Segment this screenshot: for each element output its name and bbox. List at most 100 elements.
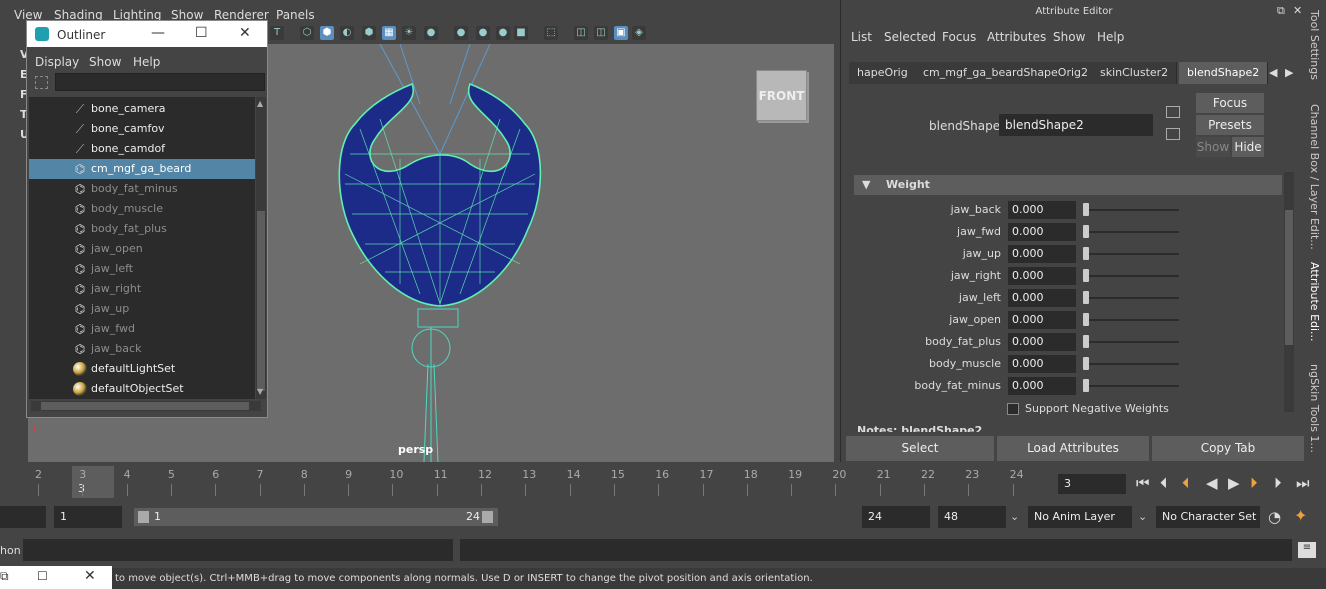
support-negative-checkbox[interactable] <box>1007 403 1019 415</box>
tab-blend-shape2[interactable]: blendShape2 <box>1179 62 1269 84</box>
ae-menu-show[interactable]: Show <box>1053 30 1085 44</box>
weight-slider-handle[interactable] <box>1083 225 1089 238</box>
isolate-select-icon[interactable]: ⬚ <box>544 26 558 40</box>
play-backward-icon[interactable]: ◀ <box>1206 474 1218 492</box>
weight-slider[interactable] <box>1083 319 1179 321</box>
show-button[interactable]: Show <box>1196 137 1230 157</box>
step-back-frame-icon[interactable]: ⏴ <box>1160 474 1168 492</box>
weight-slider-handle[interactable] <box>1083 247 1089 260</box>
current-frame-field[interactable]: 3 <box>1058 474 1126 494</box>
weight-value-field[interactable]: 0.000 <box>1008 267 1076 285</box>
outliner-scroll-thumb[interactable] <box>257 211 265 391</box>
outliner-item[interactable]: ⌬ jaw_open <box>29 239 255 259</box>
range-end-handle[interactable] <box>482 511 493 523</box>
weight-slider[interactable] <box>1083 231 1179 233</box>
tab-beard-shape-orig2[interactable]: cm_mgf_ga_beardShapeOrig2 <box>915 62 1098 84</box>
minimized-window[interactable]: ⧉ ☐ ✕ <box>0 566 112 589</box>
textured-icon[interactable]: ▦ <box>382 26 396 40</box>
weight-section-header[interactable]: ▼ Weight <box>854 175 1282 195</box>
film-gate-icon[interactable]: ▣ <box>614 26 628 40</box>
auto-key-icon[interactable]: ◔ <box>1268 508 1281 526</box>
wireframe-icon[interactable]: ⬡ <box>300 26 314 40</box>
weight-slider[interactable] <box>1083 275 1179 277</box>
ae-scroll-thumb[interactable] <box>1285 210 1293 345</box>
load-attributes-button[interactable]: Load Attributes <box>997 436 1149 461</box>
outliner-item[interactable]: ⌬ jaw_right <box>29 279 255 299</box>
select-button[interactable]: Select <box>846 436 994 461</box>
ae-menu-help[interactable]: Help <box>1097 30 1124 44</box>
ambient-occlusion-icon[interactable]: ● <box>454 26 468 40</box>
tab-next-icon[interactable]: ▶ <box>1285 66 1293 79</box>
outliner-item[interactable]: ⟋ bone_camera <box>29 99 255 119</box>
playback-end-field[interactable]: 24 <box>862 506 930 528</box>
tab-skin-cluster2[interactable]: skinCluster2 <box>1092 62 1178 84</box>
outliner-menu-display[interactable]: Display <box>35 55 79 69</box>
command-input[interactable] <box>23 539 453 561</box>
tab-channel-box[interactable]: Channel Box / Layer Edit... <box>1308 104 1321 250</box>
xray-joints-icon[interactable]: ◫ <box>574 26 588 40</box>
tab-shape-orig[interactable]: hapeOrig <box>849 62 917 84</box>
anim-layer-dropdown-icon[interactable]: ⌄ <box>1010 510 1019 523</box>
step-forward-key-icon[interactable]: ⏵ <box>1250 474 1258 492</box>
outliner-item[interactable]: defaultObjectSet <box>29 379 255 399</box>
outliner-item[interactable]: ⌬ jaw_fwd <box>29 319 255 339</box>
outliner-item[interactable]: ⌬ jaw_up <box>29 299 255 319</box>
outliner-item[interactable]: ⟋ bone_camdof <box>29 139 255 159</box>
weight-slider-handle[interactable] <box>1083 357 1089 370</box>
presets-button[interactable]: Presets <box>1196 115 1264 135</box>
default-material-icon[interactable]: ◐ <box>340 26 354 40</box>
weight-slider[interactable] <box>1083 363 1179 365</box>
weight-value-field[interactable]: 0.000 <box>1008 223 1076 241</box>
output-connections-icon[interactable] <box>1166 128 1180 140</box>
hide-button[interactable]: Hide <box>1232 137 1264 157</box>
frame-icon[interactable]: T <box>270 26 284 40</box>
outliner-hscroll-thumb[interactable] <box>41 402 249 410</box>
shadows-icon[interactable]: ● <box>424 26 438 40</box>
weight-slider[interactable] <box>1083 385 1179 387</box>
weight-slider-handle[interactable] <box>1083 335 1089 348</box>
motion-blur-icon[interactable]: ● <box>476 26 490 40</box>
outliner-item[interactable]: ⌬ body_muscle <box>29 199 255 219</box>
script-editor-icon[interactable]: ≡ <box>1298 542 1316 558</box>
tab-prev-icon[interactable]: ◀ <box>1269 66 1277 79</box>
ae-menu-focus[interactable]: Focus <box>942 30 976 44</box>
xray-icon[interactable]: ⬢ <box>362 26 376 40</box>
weight-value-field[interactable]: 0.000 <box>1008 333 1076 351</box>
tab-ngskin-tools[interactable]: ngSkin Tools 1... <box>1308 364 1321 453</box>
weight-value-field[interactable]: 0.000 <box>1008 377 1076 395</box>
anim-end-field[interactable]: 48 <box>938 506 1006 528</box>
play-forward-icon[interactable]: ▶ <box>1228 474 1240 492</box>
scroll-up-icon[interactable]: ▲ <box>257 99 263 108</box>
weight-value-field[interactable]: 0.000 <box>1008 245 1076 263</box>
outliner-item[interactable]: ⌬ jaw_back <box>29 339 255 359</box>
weight-slider[interactable] <box>1083 297 1179 299</box>
close-icon[interactable]: ✕ <box>239 25 251 41</box>
focus-button[interactable]: Focus <box>1196 93 1264 113</box>
outliner-list[interactable]: ⟋ bone_camera ⟋ bone_camfov ⟋ bone_camdof ⌬ cm_… <box>29 97 255 399</box>
char-set-dropdown-icon[interactable]: ⌄ <box>1138 510 1147 523</box>
weight-slider-handle[interactable] <box>1083 203 1089 216</box>
outliner-item[interactable]: ⌬ body_fat_plus <box>29 219 255 239</box>
anim-prefs-icon[interactable]: ✦ <box>1294 506 1307 525</box>
weight-slider-handle[interactable] <box>1083 379 1089 392</box>
lights-icon[interactable]: ☀ <box>402 26 416 40</box>
weight-slider[interactable] <box>1083 253 1179 255</box>
playback-start-field[interactable]: 1 <box>54 506 122 528</box>
copy-tab-button[interactable]: Copy Tab <box>1152 436 1304 461</box>
close-icon[interactable]: ✕ <box>84 568 96 584</box>
ae-menu-list[interactable]: List <box>851 30 872 44</box>
outliner-menu-help[interactable]: Help <box>133 55 160 69</box>
go-to-start-icon[interactable]: ⏮ <box>1136 474 1150 492</box>
command-language-label[interactable]: hon <box>0 544 21 557</box>
range-start-handle[interactable] <box>138 511 149 523</box>
smooth-shade-icon[interactable]: ⬢ <box>320 26 334 40</box>
antialias-icon[interactable]: ● <box>496 26 510 40</box>
xray-active-icon[interactable]: ◫ <box>594 26 608 40</box>
outliner-search-input[interactable] <box>55 73 265 91</box>
outliner-item[interactable]: ⌬ body_fat_minus <box>29 179 255 199</box>
weight-slider-handle[interactable] <box>1083 291 1089 304</box>
maximize-icon[interactable]: ☐ <box>37 569 48 583</box>
weight-value-field[interactable]: 0.000 <box>1008 355 1076 373</box>
weight-value-field[interactable]: 0.000 <box>1008 311 1076 329</box>
weight-slider-handle[interactable] <box>1083 269 1089 282</box>
